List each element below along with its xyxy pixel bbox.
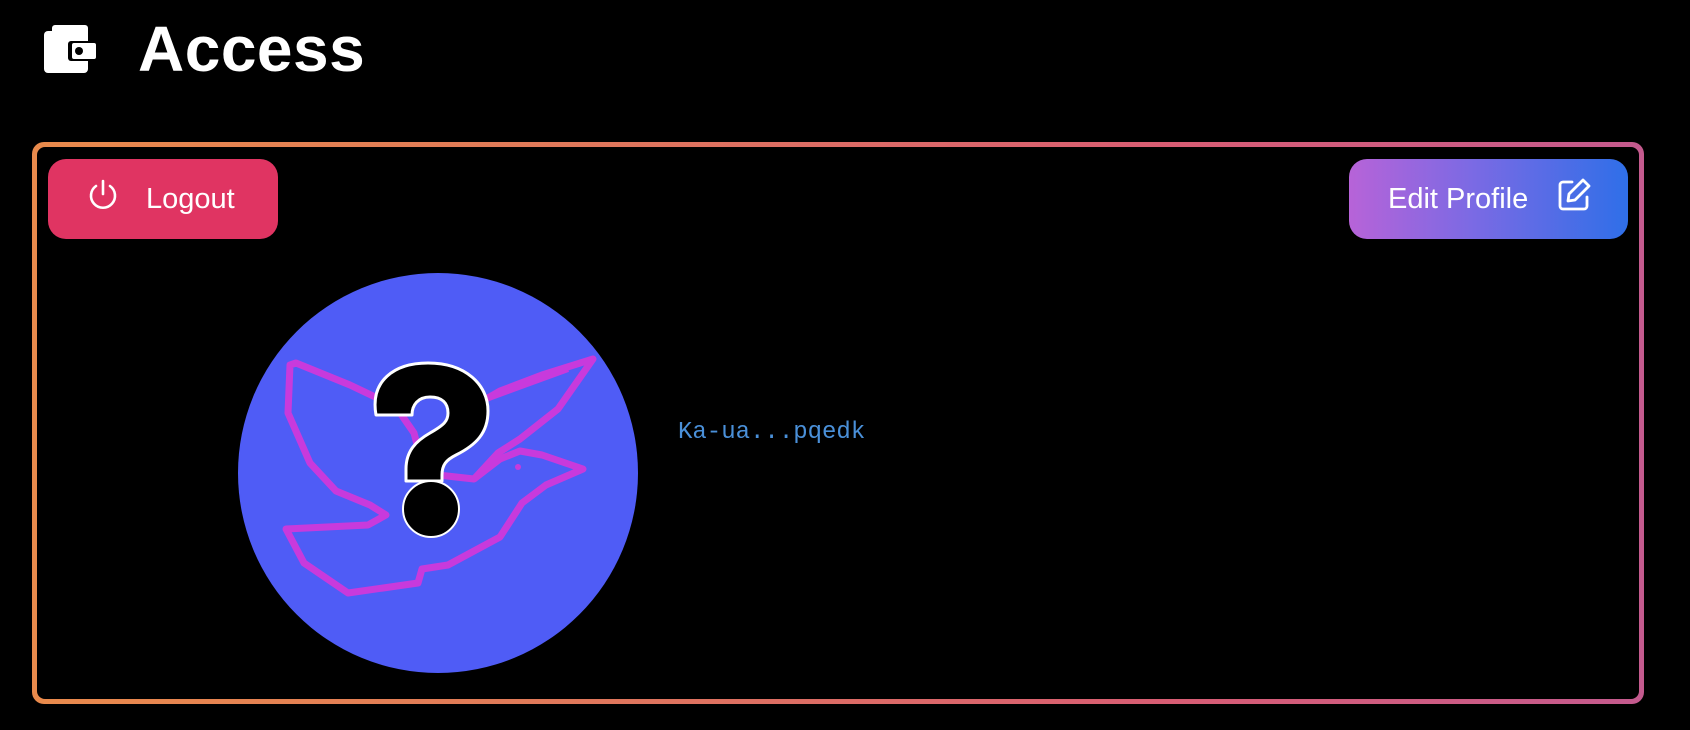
profile-card: Logout Edit Profile Ka-ua...pqedk [32,142,1644,704]
profile-card-body: Logout Edit Profile Ka-ua...pqedk [37,147,1639,699]
wallet-icon [44,25,96,73]
edit-profile-button[interactable]: Edit Profile [1349,159,1628,239]
logout-label: Logout [146,182,235,215]
wallet-address: Ka-ua...pqedk [678,419,866,446]
power-icon [86,178,120,220]
page-title: Access [138,13,366,85]
page-header: Access [44,13,366,85]
avatar [238,273,638,673]
logout-button[interactable]: Logout [48,159,278,239]
edit-icon [1556,177,1592,221]
edit-profile-label: Edit Profile [1388,182,1529,215]
question-dove-icon [238,355,638,673]
